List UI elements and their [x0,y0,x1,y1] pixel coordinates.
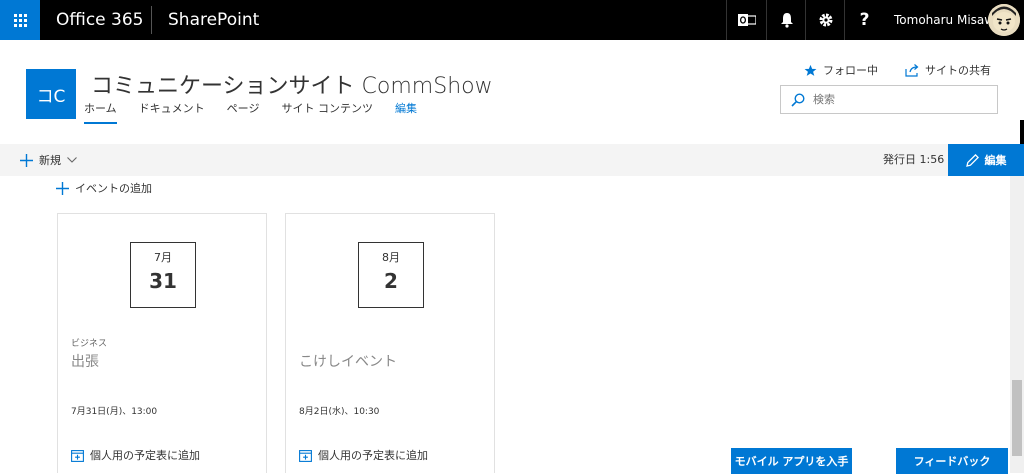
bell-icon [780,13,793,28]
add-to-calendar-label: 個人用の予定表に追加 [318,449,428,462]
share-site-button[interactable]: サイトの共有 [905,62,991,78]
share-label: サイトの共有 [925,64,991,77]
follow-label: フォロー中 [823,64,878,77]
nav-item-pages[interactable]: ページ [227,100,260,124]
event-card[interactable]: 7月 31 ビジネス 出張 7月31日(月)、13:00 個人用の予定表に追加 [57,213,267,473]
add-event-button[interactable]: イベントの追加 [56,180,152,196]
search-box[interactable] [780,85,998,114]
event-date-box: 7月 31 [130,242,196,308]
edge-marker [1020,120,1024,144]
scrollbar-thumb[interactable] [1012,380,1022,456]
suite-bar: Office 365 SharePoint ? Tomoharu Misawa [0,0,1024,40]
share-icon [905,63,919,77]
sharepoint-app-link[interactable]: SharePoint [168,0,259,40]
office365-brand-link[interactable]: Office 365 [56,0,143,40]
chevron-down-icon [67,157,77,163]
search-input[interactable] [813,93,983,106]
calendar-add-icon [71,449,84,462]
add-to-calendar-link[interactable]: 個人用の予定表に追加 [71,447,200,463]
outlook-button[interactable] [726,0,766,40]
plus-icon [56,181,69,195]
waffle-icon [13,13,27,27]
follow-button[interactable]: フォロー中 [804,62,878,78]
settings-button[interactable] [805,0,845,40]
avatar[interactable] [988,4,1020,36]
event-category: ビジネス [71,339,108,349]
events-section: イベントの追加 7月 31 ビジネス 出張 7月31日(月)、13:00 個人用… [0,176,1010,473]
event-title[interactable]: こけしイベント [299,351,397,371]
event-day: 31 [149,269,177,293]
gear-icon [819,13,832,27]
new-label: 新規 [39,154,61,167]
feedback-button[interactable]: フィードバック [896,448,1008,474]
search-icon [791,92,805,107]
add-event-label: イベントの追加 [75,182,152,195]
get-mobile-app-button[interactable]: モバイル アプリを入手 [731,448,852,474]
pencil-icon [965,153,979,167]
event-day: 2 [384,269,398,293]
notifications-button[interactable] [766,0,806,40]
user-name[interactable]: Tomoharu Misawa [894,0,1001,40]
nav-item-site-contents[interactable]: サイト コンテンツ [281,100,373,124]
event-title[interactable]: 出張 [71,351,99,371]
nav-item-documents[interactable]: ドキュメント [139,100,205,124]
site-logo[interactable]: コC [26,69,76,119]
edit-label: 編集 [984,154,1007,167]
nav-edit-link[interactable]: 編集 [395,100,417,124]
event-card[interactable]: 8月 2 こけしイベント 8月2日(水)、10:30 個人用の予定表に追加 [285,213,495,473]
add-to-calendar-link[interactable]: 個人用の予定表に追加 [299,447,428,463]
app-launcher-button[interactable] [0,0,40,40]
published-status: 発行日 1:56 [883,153,945,166]
event-month: 7月 [154,251,172,264]
help-icon: ? [859,10,870,30]
event-time: 8月2日(水)、10:30 [299,407,380,417]
add-to-calendar-label: 個人用の予定表に追加 [90,449,200,462]
avatar-image [988,4,1020,36]
nav-item-home[interactable]: ホーム [84,100,117,124]
event-time: 7月31日(月)、13:00 [71,407,158,417]
star-icon [804,64,817,76]
help-button[interactable]: ? [844,0,884,40]
command-bar: 新規 発行日 1:56 [0,144,1024,176]
calendar-add-icon [299,449,312,462]
outlook-icon [737,14,756,26]
new-button[interactable]: 新規 [20,144,77,176]
site-title[interactable]: コミュニケーションサイト CommShow [91,68,493,100]
event-month: 8月 [382,251,400,264]
brand-divider [151,6,152,34]
site-navigation: ホーム ドキュメント ページ サイト コンテンツ 編集 [84,100,439,124]
plus-icon [20,153,33,167]
event-date-box: 8月 2 [358,242,424,308]
edit-page-button[interactable]: 編集 [948,144,1024,176]
